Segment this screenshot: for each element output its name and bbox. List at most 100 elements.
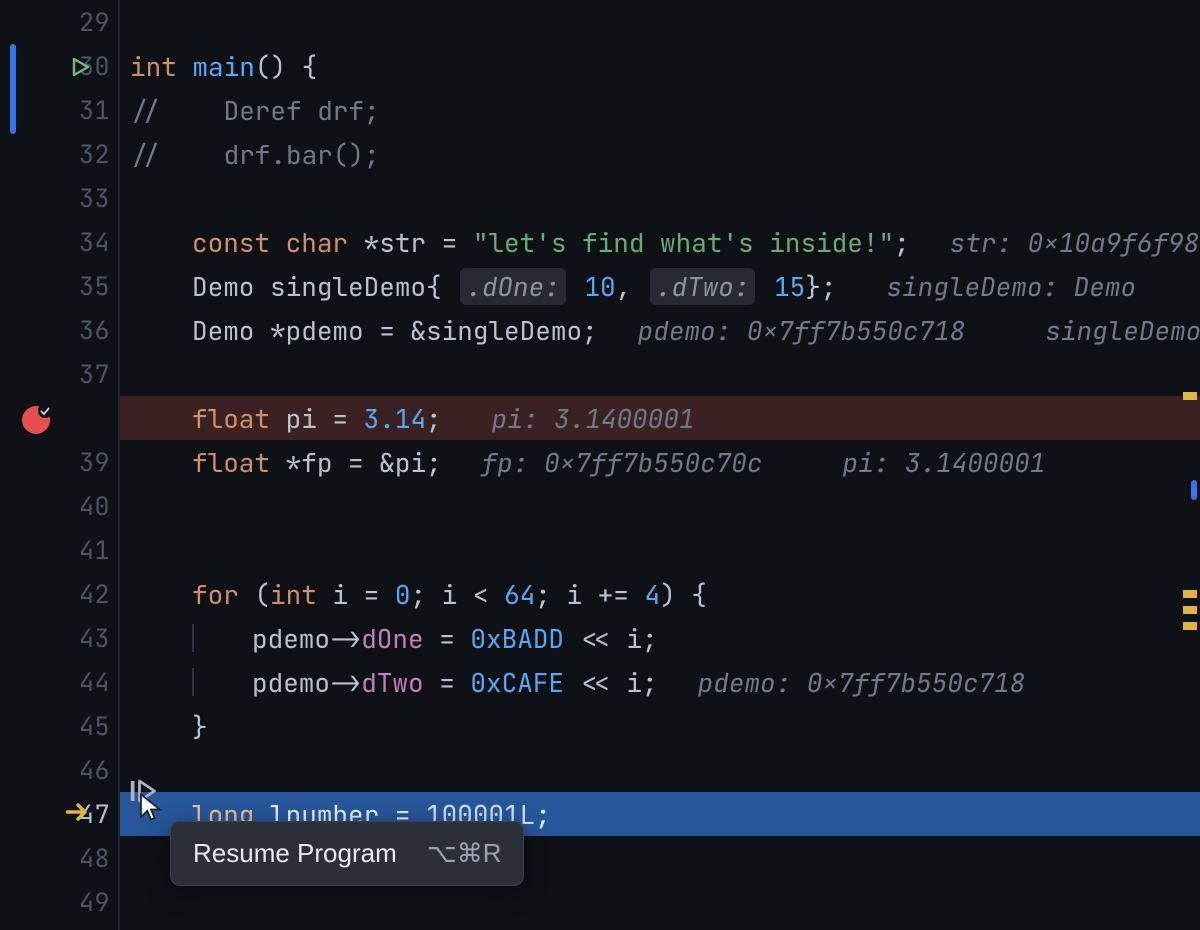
- identifier: *pdemo: [270, 313, 364, 348]
- gutter[interactable]: 29 30 31 32 33 34 35 36 37 39 40 41 42 4…: [0, 0, 120, 930]
- number: 10: [584, 269, 615, 304]
- code-line[interactable]: [120, 0, 1200, 44]
- field: dOne: [361, 621, 423, 656]
- overview-marker-caret[interactable]: [1191, 480, 1197, 500]
- gutter-line[interactable]: 47: [0, 792, 120, 836]
- comment: // drf.bar();: [130, 137, 380, 172]
- execution-pointer-icon: [64, 798, 92, 834]
- gutter-line[interactable]: 44: [0, 660, 120, 704]
- gutter-line[interactable]: 33: [0, 176, 120, 220]
- breakpoint-verified-icon: [38, 404, 52, 418]
- code-line[interactable]: [120, 528, 1200, 572]
- punct: () {: [255, 49, 317, 84]
- gutter-line[interactable]: 42: [0, 572, 120, 616]
- line-number: 49: [79, 885, 110, 919]
- code-line[interactable]: [120, 176, 1200, 220]
- line-number: 43: [79, 621, 110, 655]
- code-area[interactable]: int main() { // Deref drf; // drf.bar();…: [120, 0, 1200, 930]
- identifier: pi: [286, 401, 317, 436]
- line-number: 35: [79, 269, 110, 303]
- code-line[interactable]: float *fp = &pi;fp: 0x7ff7b550c70cpi: 3.…: [120, 440, 1200, 484]
- gutter-line[interactable]: 45: [0, 704, 120, 748]
- code-line[interactable]: Demo *pdemo = &singleDemo;pdemo: 0x7ff7b…: [120, 308, 1200, 352]
- gutter-line[interactable]: 31: [0, 88, 120, 132]
- line-number: 37: [79, 357, 110, 391]
- line-number: 31: [79, 93, 110, 127]
- number: 4: [644, 577, 660, 612]
- keyword: float: [192, 445, 270, 480]
- gutter-line[interactable]: 35: [0, 264, 120, 308]
- keyword: float: [192, 401, 270, 436]
- code-line[interactable]: // Deref drf;: [120, 88, 1200, 132]
- gutter-line[interactable]: 36: [0, 308, 120, 352]
- gutter-line[interactable]: 29: [0, 0, 120, 44]
- type-name: Demo: [192, 313, 254, 348]
- gutter-line[interactable]: 49: [0, 880, 120, 924]
- keyword: char: [286, 225, 348, 260]
- type-name: Demo: [192, 269, 254, 304]
- gutter-line[interactable]: 34: [0, 220, 120, 264]
- inlay-hint: singleDemo: Demo: [886, 269, 1136, 304]
- code-line[interactable]: const char *str = "let's find what's ins…: [120, 220, 1200, 264]
- number: 0xBADD: [470, 621, 564, 656]
- tooltip-label: Resume Program: [193, 838, 397, 869]
- run-main-icon[interactable]: [68, 52, 92, 87]
- code-line[interactable]: pdemo->dOne = 0xBADD << i;: [120, 616, 1200, 660]
- inlay-hint: pdemo: 0x7ff7b550c718: [638, 313, 966, 348]
- inlay-hint: singleDemo: [1045, 313, 1200, 348]
- line-number: 45: [79, 709, 110, 743]
- gutter-line[interactable]: [0, 396, 120, 440]
- identifier: singleDemo: [270, 269, 426, 304]
- line-number: 32: [79, 137, 110, 171]
- code-line[interactable]: Demo singleDemo{ .dOne: 10, .dTwo: 15};s…: [120, 264, 1200, 308]
- gutter-line[interactable]: 39: [0, 440, 120, 484]
- line-number: 33: [79, 181, 110, 215]
- gutter-line[interactable]: 37: [0, 352, 120, 396]
- gutter-line[interactable]: 32: [0, 132, 120, 176]
- keyword: int: [130, 49, 177, 84]
- code-line[interactable]: [120, 352, 1200, 396]
- code-line[interactable]: [120, 748, 1200, 792]
- indent-guide: [192, 624, 194, 652]
- identifier: *fp: [286, 445, 333, 480]
- gutter-line[interactable]: 50: [0, 924, 120, 930]
- param-hint: .dOne:: [460, 268, 566, 305]
- keyword: const: [192, 225, 270, 260]
- gutter-line[interactable]: 48: [0, 836, 120, 880]
- code-editor: 29 30 31 32 33 34 35 36 37 39 40 41 42 4…: [0, 0, 1200, 930]
- code-line[interactable]: for (int i = 0; i < 64; i += 4) {: [120, 572, 1200, 616]
- code-line[interactable]: }: [120, 704, 1200, 748]
- line-number: 40: [79, 489, 110, 523]
- line-number: 34: [79, 225, 110, 259]
- line-number: 39: [79, 445, 110, 479]
- code-line-breakpoint[interactable]: float pi = 3.14;pi: 3.1400001: [120, 396, 1200, 440]
- action-tooltip: Resume Program ⌥⌘R: [170, 821, 524, 886]
- gutter-line[interactable]: 46: [0, 748, 120, 792]
- line-number: 46: [79, 753, 110, 787]
- overview-marker-warning[interactable]: [1183, 622, 1197, 630]
- overview-marker-warning[interactable]: [1183, 606, 1197, 614]
- gutter-line[interactable]: 41: [0, 528, 120, 572]
- function-name: main: [192, 49, 254, 84]
- breakpoint-icon[interactable]: [22, 406, 50, 434]
- mouse-cursor-icon: [138, 792, 164, 830]
- gutter-line[interactable]: 40: [0, 484, 120, 528]
- gutter-line[interactable]: 30: [0, 44, 120, 88]
- indent-guide: [192, 668, 194, 696]
- overview-marker-warning[interactable]: [1183, 392, 1197, 400]
- number: 64: [504, 577, 535, 612]
- string-literal: "let's find what's inside!": [473, 225, 894, 260]
- code-line[interactable]: return 0;: [120, 924, 1200, 930]
- code-line[interactable]: [120, 484, 1200, 528]
- code-line[interactable]: int main() {: [120, 44, 1200, 88]
- code-line[interactable]: // drf.bar();: [120, 132, 1200, 176]
- code-line[interactable]: [120, 880, 1200, 924]
- overview-marker-warning[interactable]: [1183, 590, 1197, 598]
- keyword: for: [192, 577, 239, 612]
- line-number: 29: [79, 5, 110, 39]
- number: 15: [774, 269, 805, 304]
- inlay-hint: fp: 0x7ff7b550c70c: [482, 445, 763, 480]
- code-line[interactable]: pdemo->dTwo = 0xCAFE << i;pdemo: 0x7ff7b…: [120, 660, 1200, 704]
- gutter-line[interactable]: 43: [0, 616, 120, 660]
- identifier: *str: [364, 225, 426, 260]
